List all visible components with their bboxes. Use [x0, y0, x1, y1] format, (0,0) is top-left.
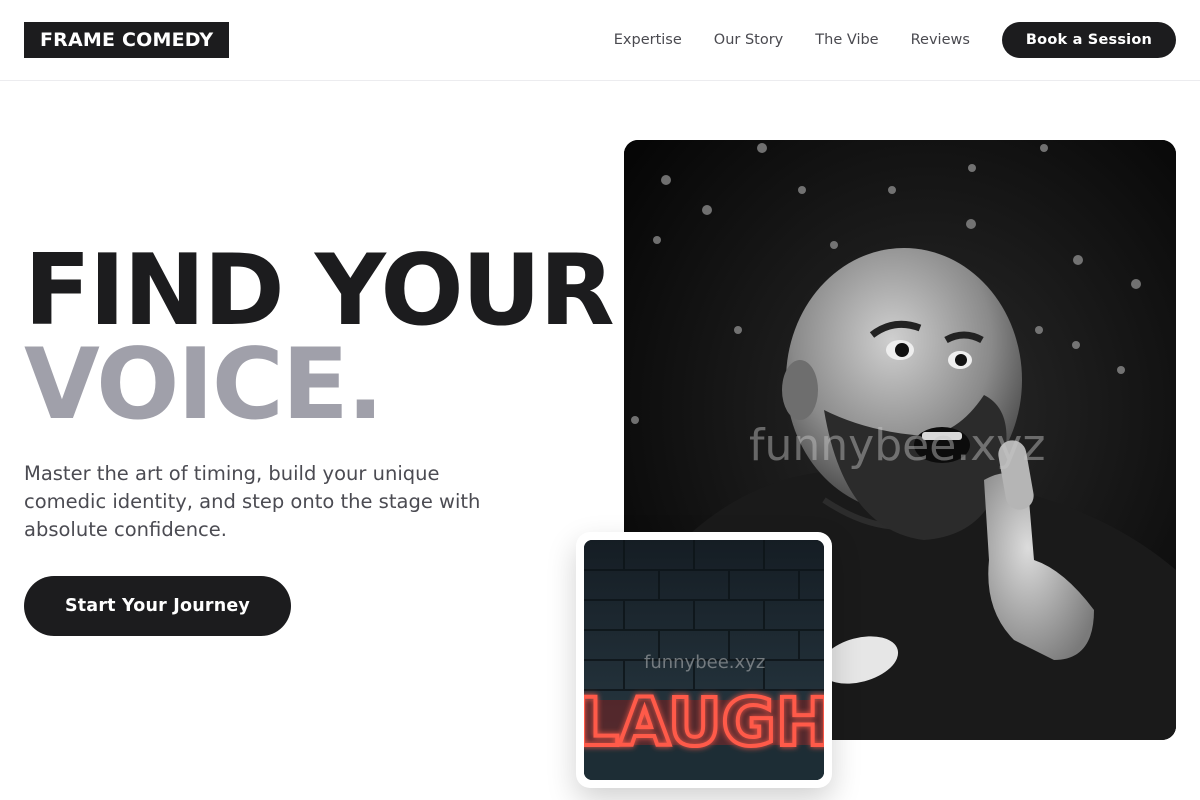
hero-title: FIND YOUR VOICE.	[24, 234, 615, 442]
hero-title-line1: FIND YOUR	[24, 234, 615, 348]
laugh-neon-photo: LAUGH funnybee.xyz	[584, 540, 824, 780]
nav-link-the-vibe[interactable]: The Vibe	[815, 32, 878, 48]
inset-photo-watermark: funnybee.xyz	[644, 652, 766, 673]
start-journey-button[interactable]: Start Your Journey	[24, 576, 291, 636]
laugh-sign-card: LAUGH funnybee.xyz	[576, 532, 832, 788]
nav-link-expertise[interactable]: Expertise	[614, 32, 682, 48]
nav-link-reviews[interactable]: Reviews	[911, 32, 970, 48]
brand-logo[interactable]: FRAME COMEDY	[24, 22, 230, 58]
site-header: FRAME COMEDY Expertise Our Story The Vib…	[0, 0, 1200, 81]
hero-title-line2: VOICE.	[24, 328, 384, 442]
neon-laugh-text: LAUGH	[584, 684, 824, 761]
main-photo-watermark: funnybee.xyz	[749, 420, 1046, 471]
nav-link-our-story[interactable]: Our Story	[714, 32, 783, 48]
book-session-button[interactable]: Book a Session	[1001, 22, 1176, 58]
main-nav: Expertise Our Story The Vibe Reviews Boo…	[614, 22, 1176, 58]
hero-description: Master the art of timing, build your uni…	[24, 462, 481, 541]
